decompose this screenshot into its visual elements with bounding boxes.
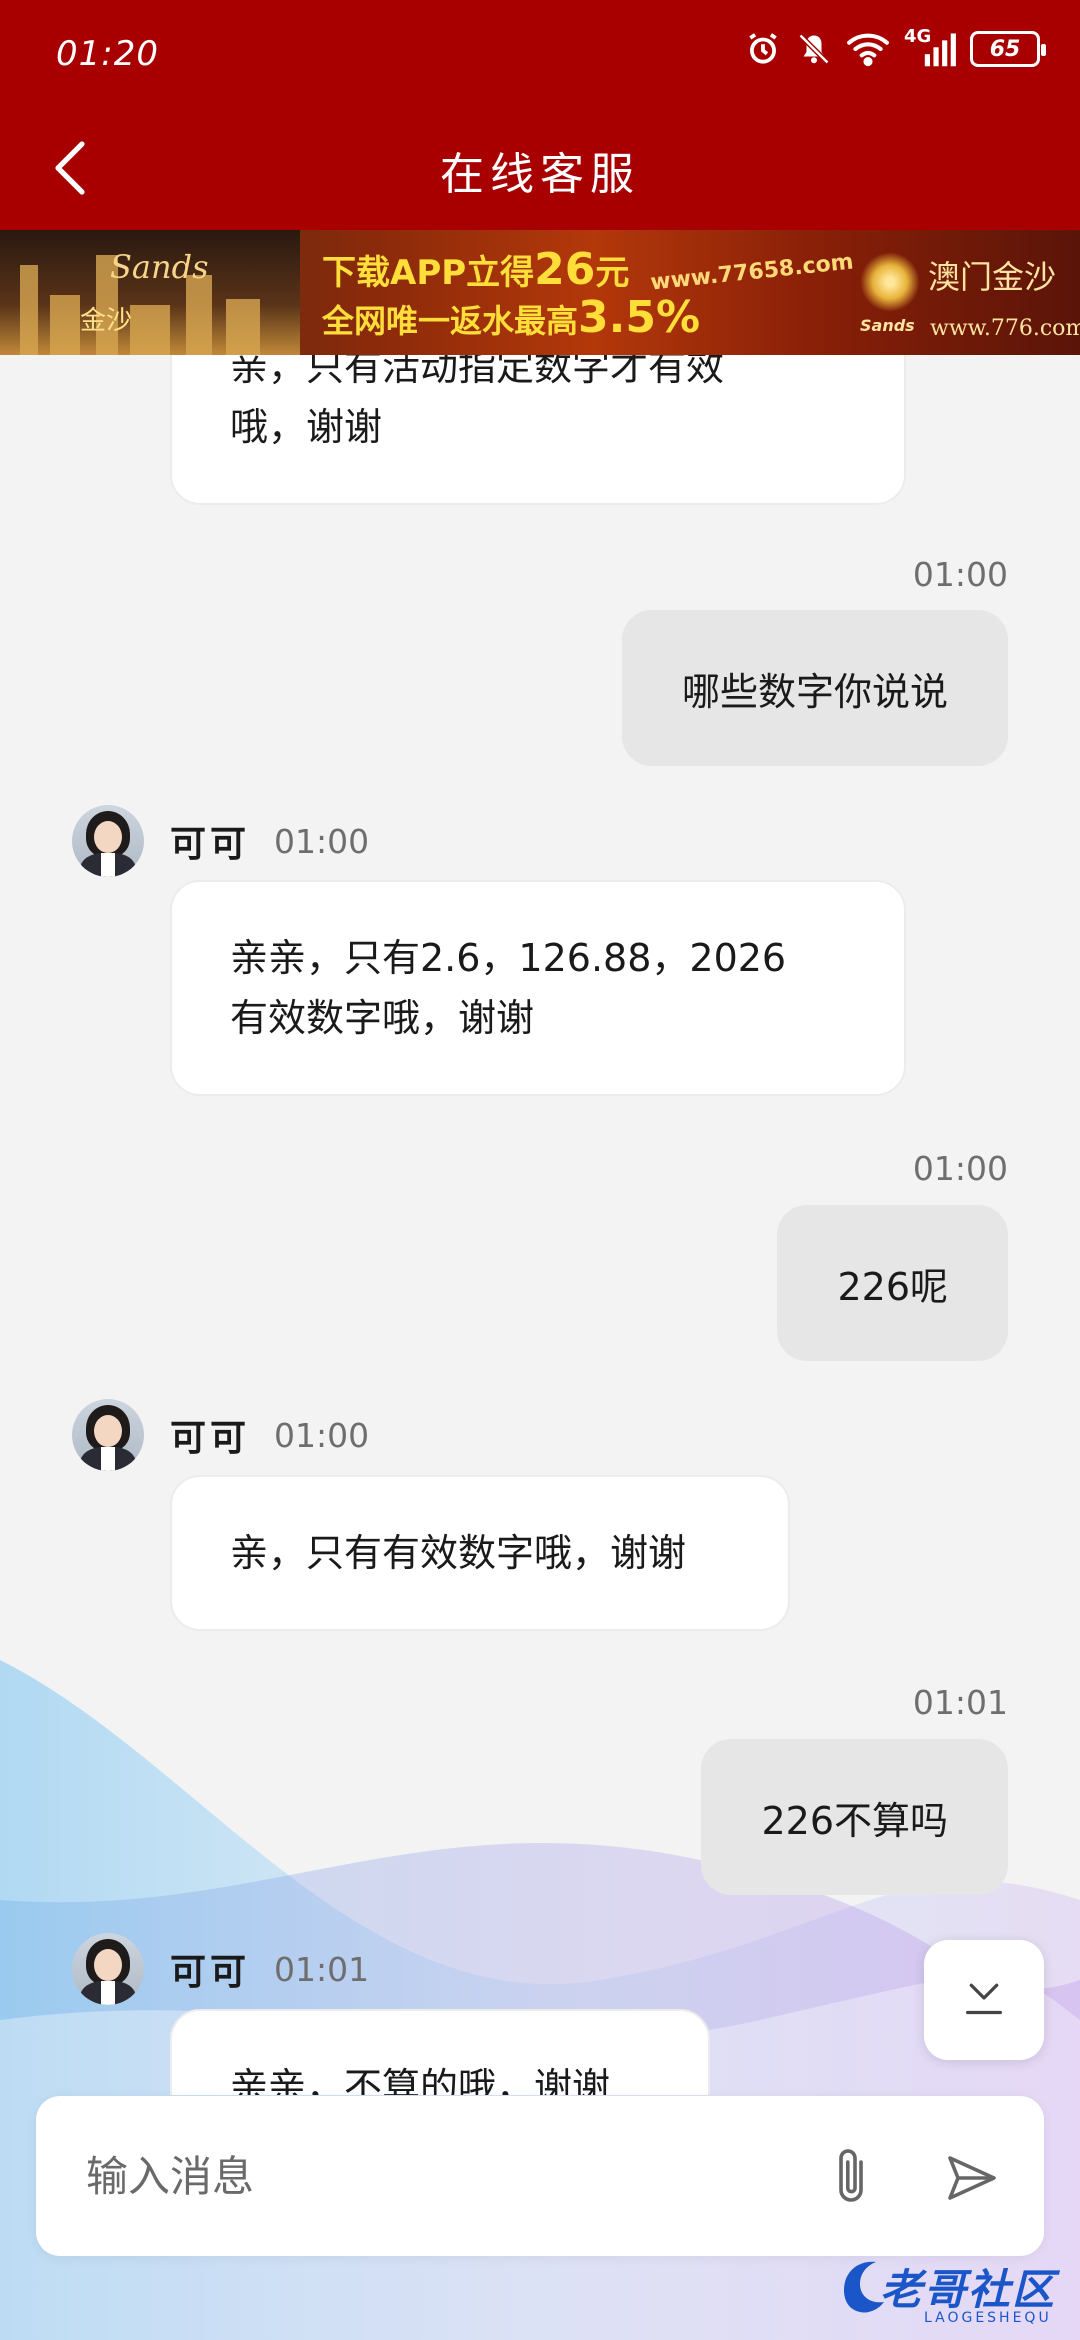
banner-brand-macau: 澳门金沙 bbox=[928, 258, 1057, 296]
avatar bbox=[72, 1933, 144, 2005]
message-text-line: 亲，只有有效数字哦，谢谢 bbox=[230, 1531, 687, 1575]
message-timestamp: 01:00 bbox=[912, 1149, 1008, 1188]
agent-header: 可可 01:00 bbox=[72, 1397, 369, 1473]
banner-offer-line2: 全网唯一返水最高3.5% bbox=[322, 292, 700, 343]
watermark-logo: 老哥社区 LAOGESHEQU bbox=[836, 2240, 1076, 2336]
page-title: 在线客服 bbox=[440, 149, 640, 200]
battery-level: 65 bbox=[989, 36, 1021, 62]
user-message-bubble: 哪些数字你说说 bbox=[621, 610, 1008, 766]
agent-name: 可可 bbox=[170, 1952, 251, 1993]
message-timestamp: 01:00 bbox=[274, 1415, 370, 1455]
message-text-line: 亲亲，不算的哦，谢谢 bbox=[230, 2065, 611, 2095]
banner-line1-prefix: 下载APP立得 bbox=[322, 253, 535, 293]
agent-message-bubble: 亲亲，只有2.6，126.88，2026 有效数字哦，谢谢 bbox=[170, 880, 906, 1096]
send-icon bbox=[944, 2150, 1000, 2210]
message-timestamp: 01:01 bbox=[274, 1949, 370, 1989]
alarm-icon bbox=[744, 30, 782, 68]
banner-line1-amount: 26 bbox=[534, 244, 596, 295]
message-text-line: 亲，只有活动指定数字才有效 bbox=[230, 355, 725, 389]
message-text-line: 哦，谢谢 bbox=[230, 405, 383, 449]
banner-brand-jinsha: 金沙 bbox=[80, 306, 133, 336]
banner-brand-sands-small: Sands bbox=[860, 316, 915, 335]
agent-message-bubble: 亲，只有有效数字哦，谢谢 bbox=[170, 1475, 790, 1631]
message-text: 226呢 bbox=[837, 1264, 948, 1309]
banner-url-secondary: www.776.com bbox=[930, 316, 1080, 341]
banner-brand-sands: Sands bbox=[110, 248, 209, 286]
battery-icon: 65 bbox=[970, 31, 1046, 67]
agent-message-bubble: 亲亲，不算的哦，谢谢 bbox=[170, 2009, 710, 2095]
agent-name: 可可 bbox=[170, 824, 251, 865]
message-composer bbox=[36, 2096, 1044, 2256]
header-bar: 在线客服 bbox=[0, 110, 1080, 230]
paperclip-icon bbox=[829, 2144, 873, 2212]
cellular-signal-icon: 4G bbox=[904, 26, 956, 68]
status-icons: 4G 65 bbox=[744, 26, 1046, 68]
watermark-text: 老哥社区 bbox=[880, 2265, 1057, 2314]
message-text: 226不算吗 bbox=[761, 1798, 948, 1843]
banner-url: www.77658.com bbox=[649, 249, 855, 296]
user-message-bubble: 226不算吗 bbox=[701, 1739, 1008, 1895]
message-timestamp: 01:00 bbox=[912, 555, 1008, 594]
banner-line2-prefix: 全网唯一返水最高 bbox=[322, 302, 579, 340]
message-text-line: 亲亲，只有2.6，126.88，2026 bbox=[230, 936, 787, 980]
message-timestamp: 01:00 bbox=[274, 821, 370, 861]
send-button[interactable] bbox=[934, 2142, 1010, 2218]
wifi-icon bbox=[846, 31, 890, 67]
avatar bbox=[72, 1399, 144, 1471]
banner-brand-block: 澳门金沙 Sands www.776.com bbox=[860, 248, 1080, 348]
avatar bbox=[72, 805, 144, 877]
sun-logo-icon bbox=[860, 252, 920, 312]
scroll-to-bottom-icon bbox=[962, 1978, 1006, 2022]
chat-message-list[interactable]: 亲，只有活动指定数字才有效 哦，谢谢 01:00 哪些数字你说说 可可 01:0… bbox=[0, 355, 1080, 2095]
user-message-bubble: 226呢 bbox=[777, 1205, 1008, 1361]
network-type: 4G bbox=[904, 26, 932, 47]
message-text: 哪些数字你说说 bbox=[681, 669, 948, 714]
message-text-line: 有效数字哦，谢谢 bbox=[230, 996, 535, 1040]
agent-message-bubble: 亲，只有活动指定数字才有效 哦，谢谢 bbox=[170, 355, 906, 505]
agent-header: 可可 01:00 bbox=[72, 803, 369, 879]
scroll-to-bottom-button[interactable] bbox=[924, 1940, 1044, 2060]
message-input[interactable] bbox=[86, 2136, 826, 2216]
status-time: 01:20 bbox=[56, 34, 159, 74]
banner-offer-line1: 下载APP立得26元 bbox=[322, 244, 629, 295]
banner-line2-rate: 3.5% bbox=[578, 292, 701, 343]
mute-icon bbox=[796, 31, 832, 67]
agent-header: 可可 01:01 bbox=[72, 1931, 369, 2007]
status-bar: 01:20 4G 65 bbox=[0, 0, 1080, 110]
agent-name: 可可 bbox=[170, 1418, 251, 1459]
promo-banner[interactable]: Sands 金沙 下载APP立得26元 全网唯一返水最高3.5% www.776… bbox=[0, 230, 1080, 355]
attach-button[interactable] bbox=[816, 2138, 886, 2218]
banner-line1-suffix: 元 bbox=[595, 253, 630, 293]
watermark-subtext: LAOGESHEQU bbox=[924, 2310, 1052, 2326]
message-timestamp: 01:01 bbox=[912, 1683, 1008, 1722]
